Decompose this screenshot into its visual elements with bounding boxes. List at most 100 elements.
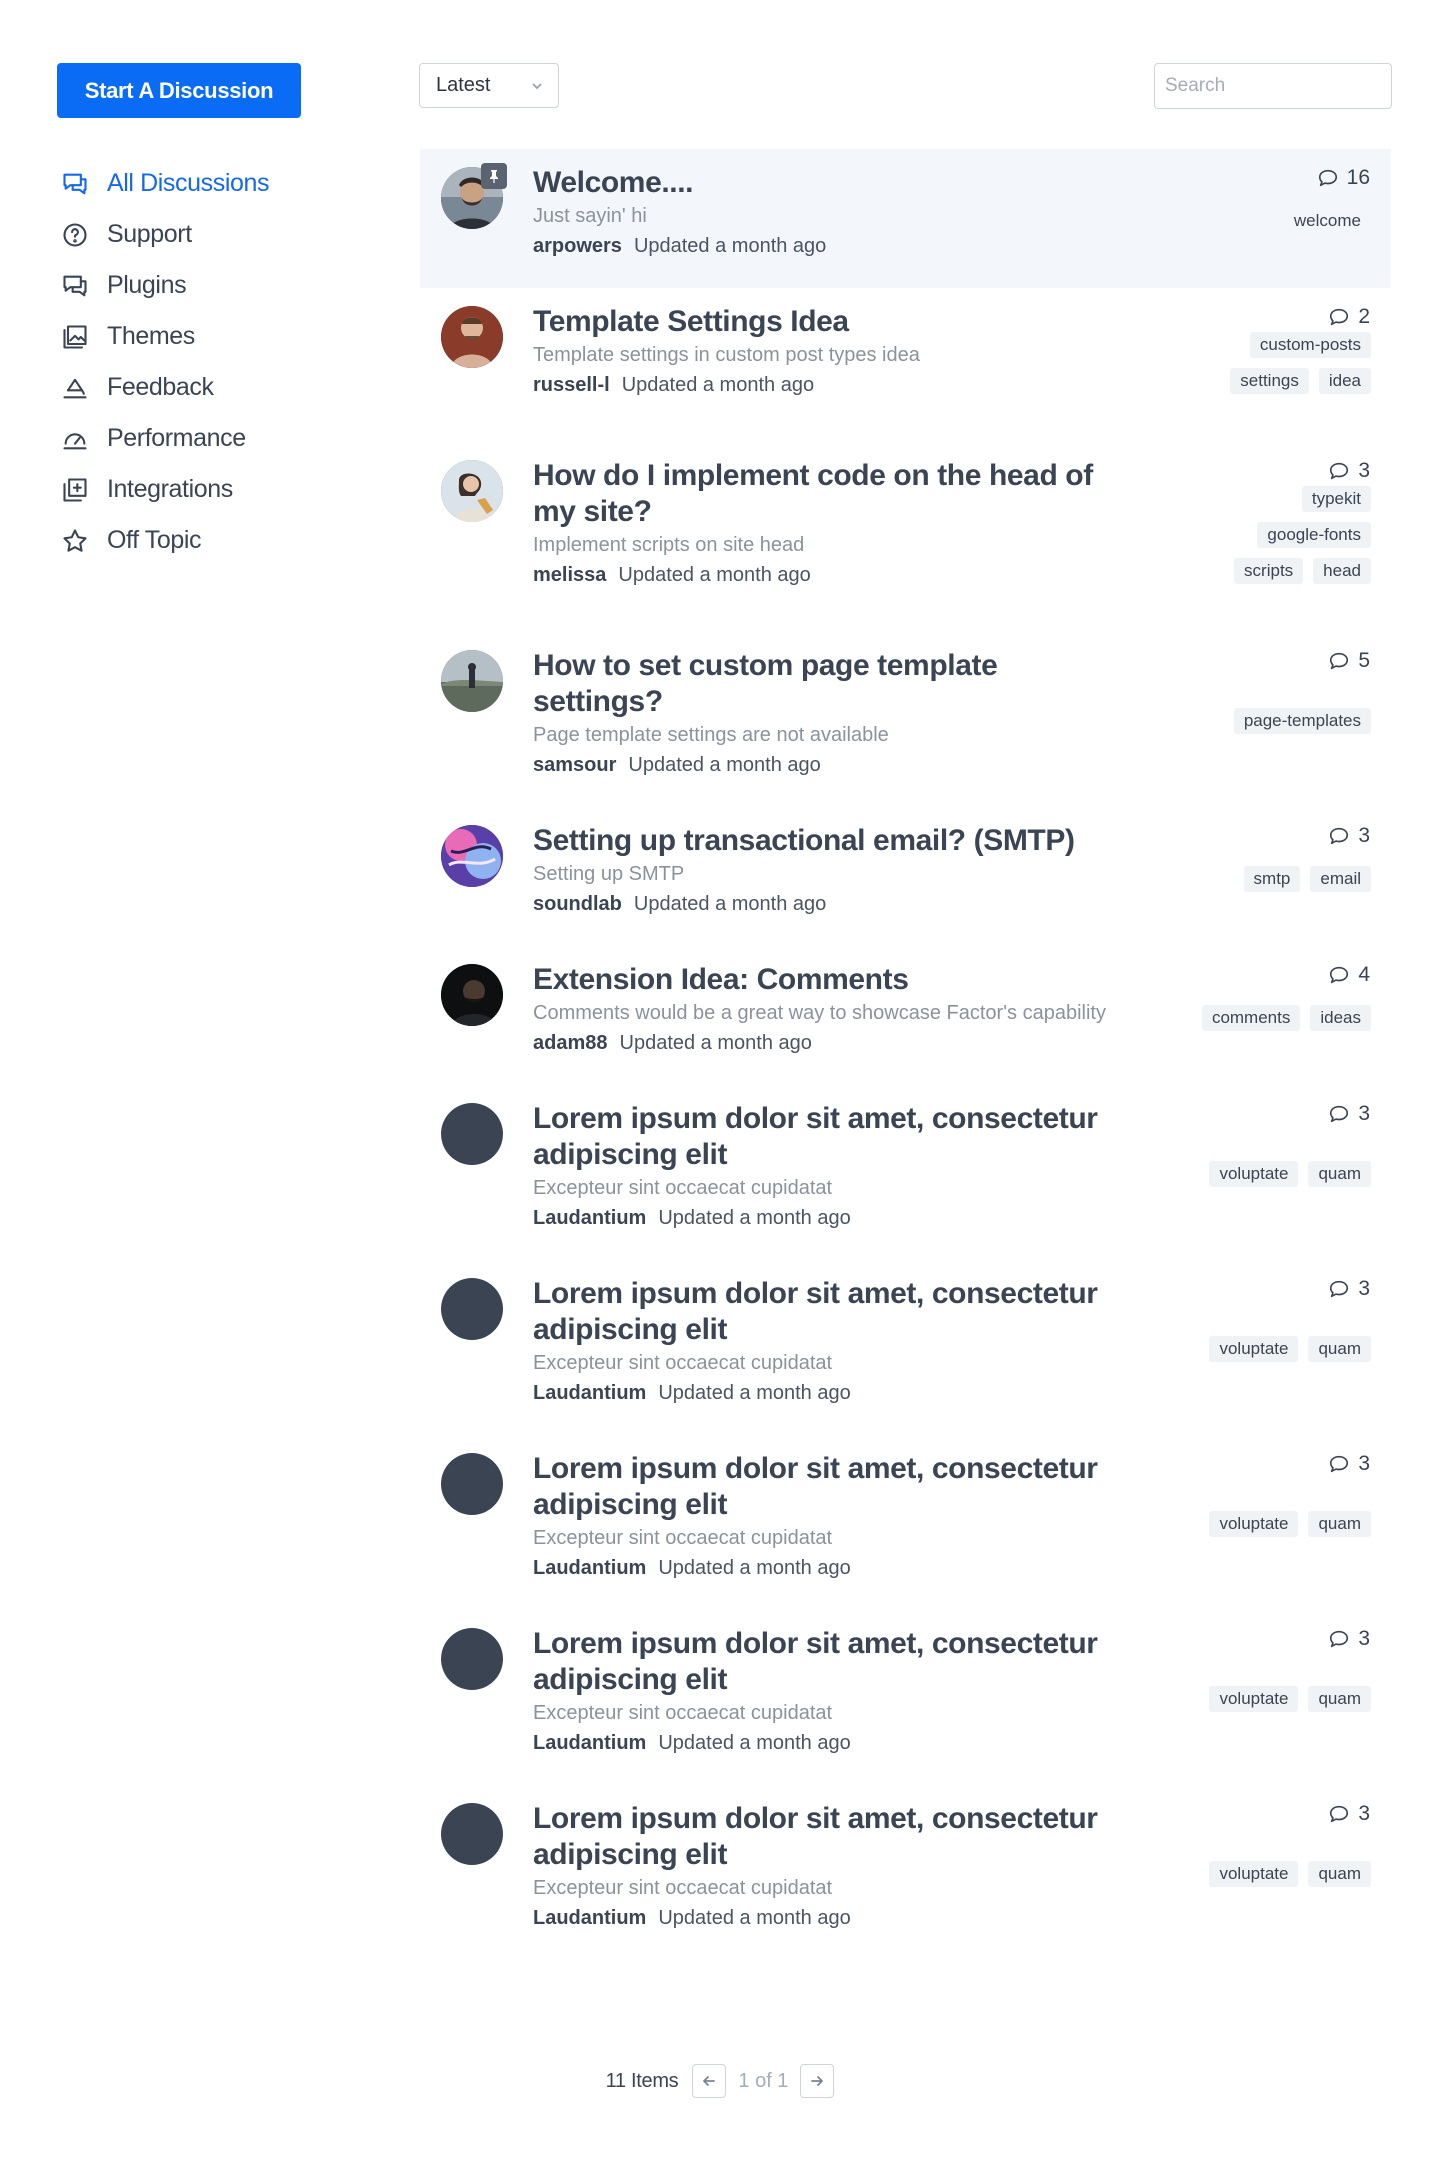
- avatar[interactable]: [441, 1453, 503, 1515]
- updated-time: Updated a month ago: [658, 1907, 851, 1929]
- comment-count-value: 2: [1358, 305, 1370, 328]
- author-name[interactable]: adam88: [533, 1032, 608, 1054]
- author-name[interactable]: samsour: [533, 754, 616, 776]
- discussion-title[interactable]: Lorem ipsum dolor sit amet, consectetur …: [533, 1276, 1123, 1348]
- avatar[interactable]: [441, 1103, 503, 1165]
- discussion-row[interactable]: Welcome.... Just sayin' hi arpowers Updated…: [420, 149, 1391, 288]
- comment-icon: [1328, 964, 1358, 986]
- tag[interactable]: quam: [1308, 1686, 1371, 1712]
- item-count: 11 Items: [605, 2069, 679, 2092]
- discussion-content: Lorem ipsum dolor sit amet, consectetur …: [533, 1451, 1123, 1582]
- avatar[interactable]: [441, 825, 503, 887]
- comment-count-value: 3: [1358, 824, 1370, 847]
- avatar[interactable]: [441, 1278, 503, 1340]
- updated-time: Updated a month ago: [633, 893, 827, 915]
- discussion-row[interactable]: Setting up transactional email? (SMTP) Se…: [420, 807, 1391, 946]
- tag[interactable]: comments: [1201, 1005, 1301, 1031]
- discussion-title[interactable]: Welcome....: [533, 165, 1123, 201]
- tag[interactable]: custom-posts: [1249, 332, 1371, 358]
- discussion-title[interactable]: Extension Idea: Comments: [533, 962, 1123, 998]
- discussion-row[interactable]: How to set custom page template settings…: [420, 632, 1391, 807]
- pin-icon: [481, 163, 507, 189]
- discussion-list: Welcome.... Just sayin' hi arpowers Updated…: [420, 149, 1391, 1960]
- tag[interactable]: page-templates: [1233, 708, 1371, 734]
- author-name[interactable]: Laudantium: [533, 1907, 646, 1929]
- tag[interactable]: quam: [1308, 1861, 1371, 1887]
- tag[interactable]: voluptate: [1209, 1336, 1299, 1362]
- author-name[interactable]: Laudantium: [533, 1382, 646, 1404]
- sidebar-item-off-topic[interactable]: Off Topic: [57, 515, 357, 566]
- tag[interactable]: quam: [1308, 1336, 1371, 1362]
- discussion-row[interactable]: Extension Idea: Comments Comments would b…: [420, 946, 1391, 1085]
- discussion-row[interactable]: Lorem ipsum dolor sit amet, consectetur …: [420, 1610, 1391, 1785]
- tag[interactable]: voluptate: [1209, 1861, 1299, 1887]
- sidebar-item-themes[interactable]: Themes: [57, 311, 357, 362]
- author-name[interactable]: soundlab: [533, 893, 622, 915]
- tag[interactable]: ideas: [1310, 1005, 1371, 1031]
- avatar[interactable]: [441, 460, 503, 522]
- sidebar-item-label: All Discussions: [107, 169, 270, 197]
- discussion-excerpt: Page template settings are not available: [533, 724, 889, 746]
- tag[interactable]: welcome: [1284, 208, 1371, 234]
- comment-count-value: 3: [1358, 459, 1370, 482]
- paint-bucket-icon: [57, 370, 93, 406]
- tag[interactable]: google-fonts: [1257, 522, 1371, 548]
- tag[interactable]: settings: [1230, 368, 1309, 394]
- tag[interactable]: scripts: [1234, 558, 1304, 584]
- discussion-title[interactable]: Lorem ipsum dolor sit amet, consectetur …: [533, 1801, 1123, 1873]
- previous-page-button[interactable]: [692, 2064, 727, 2098]
- avatar[interactable]: [441, 1628, 503, 1690]
- tag[interactable]: email: [1310, 866, 1371, 892]
- author-name[interactable]: Laudantium: [533, 1207, 646, 1229]
- discussion-title[interactable]: How do I implement code on the head of m…: [533, 458, 1123, 530]
- author-name[interactable]: arpowers: [533, 235, 622, 257]
- author-name[interactable]: russell-l: [533, 374, 610, 396]
- discussion-title[interactable]: Lorem ipsum dolor sit amet, consectetur …: [533, 1451, 1123, 1523]
- tag[interactable]: head: [1313, 558, 1371, 584]
- sidebar-item-feedback[interactable]: Feedback: [57, 362, 357, 413]
- tag[interactable]: idea: [1318, 368, 1371, 394]
- author-name[interactable]: Laudantium: [533, 1732, 646, 1754]
- tag[interactable]: typekit: [1301, 486, 1371, 512]
- updated-time: Updated a month ago: [658, 1207, 851, 1229]
- tag-list: page-templates: [1111, 708, 1371, 734]
- tag[interactable]: quam: [1308, 1511, 1371, 1537]
- discussion-row[interactable]: Lorem ipsum dolor sit amet, consectetur …: [420, 1435, 1391, 1610]
- author-name[interactable]: Laudantium: [533, 1557, 646, 1579]
- discussion-title[interactable]: Template Settings Idea: [533, 304, 1123, 340]
- discussion-row[interactable]: Lorem ipsum dolor sit amet, consectetur …: [420, 1785, 1391, 1960]
- sidebar-item-all-discussions[interactable]: All Discussions: [57, 158, 357, 209]
- sidebar-item-integrations[interactable]: Integrations: [57, 464, 357, 515]
- start-discussion-button[interactable]: Start A Discussion: [57, 63, 301, 118]
- discussion-row[interactable]: Lorem ipsum dolor sit amet, consectetur …: [420, 1260, 1391, 1435]
- updated-time: Updated a month ago: [618, 564, 811, 586]
- tag[interactable]: voluptate: [1209, 1161, 1299, 1187]
- discussion-row[interactable]: Template Settings Idea Template settings …: [420, 288, 1391, 442]
- comment-icon: [1328, 825, 1358, 847]
- avatar[interactable]: [441, 964, 503, 1026]
- sidebar-item-support[interactable]: Support: [57, 209, 357, 260]
- sort-select[interactable]: Latest: [419, 63, 559, 108]
- tag[interactable]: smtp: [1243, 866, 1301, 892]
- discussion-row[interactable]: How do I implement code on the head of m…: [420, 442, 1391, 632]
- sidebar-nav: All Discussions Support Plugins Themes Feedb…: [57, 158, 357, 566]
- author-name[interactable]: melissa: [533, 564, 606, 586]
- sort-select-value: Latest: [436, 74, 491, 96]
- discussion-title[interactable]: Lorem ipsum dolor sit amet, consectetur …: [533, 1626, 1123, 1698]
- discussion-title[interactable]: Setting up transactional email? (SMTP): [533, 823, 1123, 859]
- discussion-row[interactable]: Lorem ipsum dolor sit amet, consectetur …: [420, 1085, 1391, 1260]
- updated-time: Updated a month ago: [633, 235, 827, 257]
- avatar[interactable]: [441, 306, 503, 368]
- sidebar-item-plugins[interactable]: Plugins: [57, 260, 357, 311]
- search-input[interactable]: [1154, 63, 1392, 109]
- discussion-title[interactable]: How to set custom page template settings…: [533, 648, 1123, 720]
- discussion-meta: Laudantium Updated a month ago: [533, 1379, 1123, 1407]
- tag[interactable]: voluptate: [1209, 1511, 1299, 1537]
- discussion-title[interactable]: Lorem ipsum dolor sit amet, consectetur …: [533, 1101, 1123, 1173]
- next-page-button[interactable]: [800, 2064, 835, 2098]
- avatar[interactable]: [441, 650, 503, 712]
- tag[interactable]: voluptate: [1209, 1686, 1299, 1712]
- avatar[interactable]: [441, 1803, 503, 1865]
- tag[interactable]: quam: [1308, 1161, 1371, 1187]
- sidebar-item-performance[interactable]: Performance: [57, 413, 357, 464]
